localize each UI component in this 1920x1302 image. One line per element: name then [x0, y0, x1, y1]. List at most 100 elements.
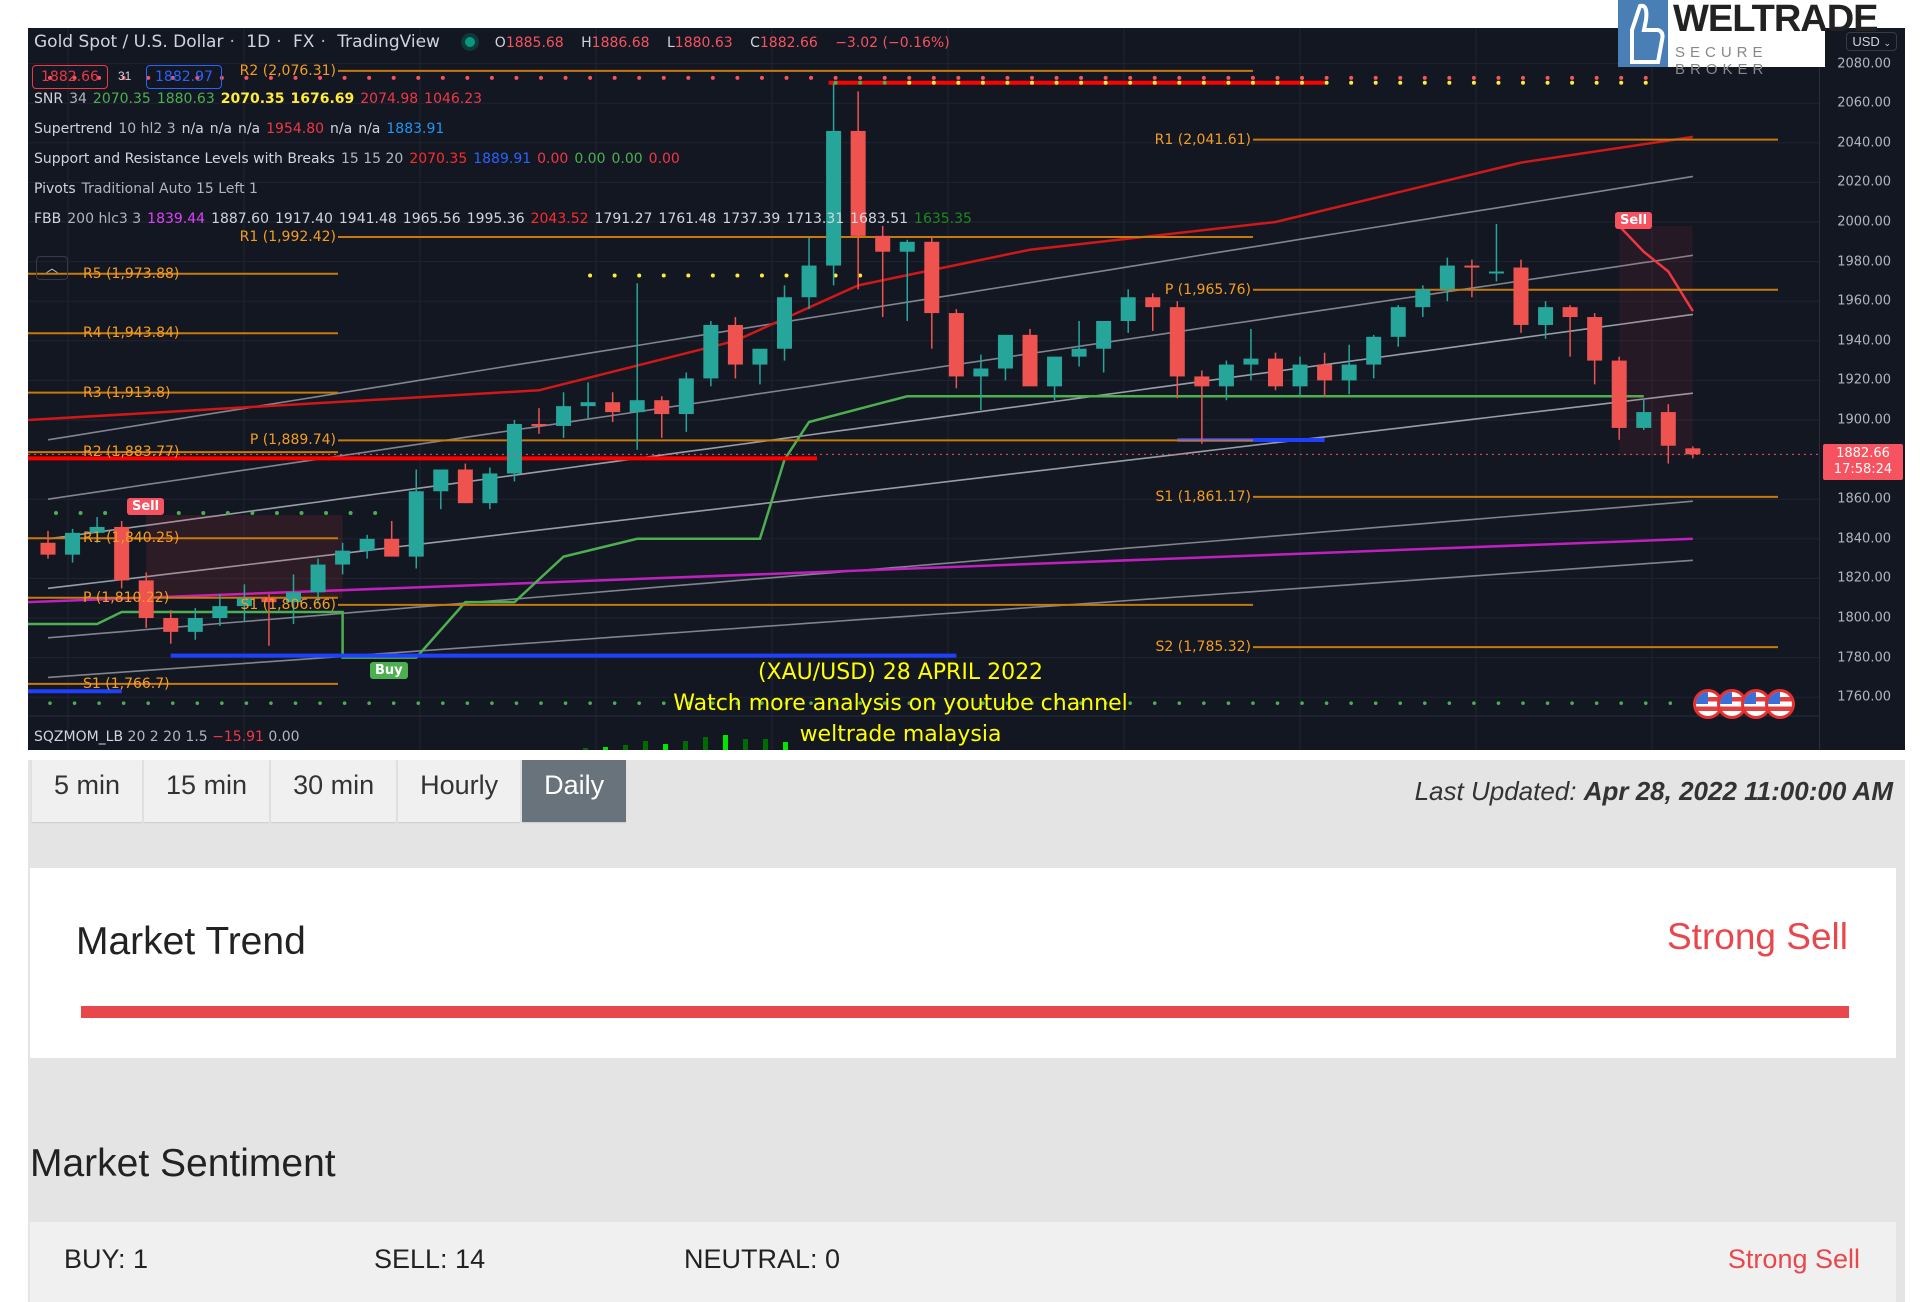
candle-body: [335, 550, 351, 565]
candle-body: [605, 402, 621, 413]
candle-body: [678, 378, 694, 415]
snr-dot: [1373, 75, 1378, 80]
candle-body: [801, 265, 817, 298]
price-tick: 2080.00: [1837, 56, 1891, 72]
candle-body: [1268, 358, 1283, 387]
us-flag-event-icon[interactable]: [1765, 689, 1795, 719]
indicator-value: n/a: [358, 121, 381, 137]
indicator-legend-supertrend[interactable]: Supertrend 10 hl2 3 n/a n/a n/a 1954.80 n/a n/a…: [34, 121, 450, 137]
snr-dot: [784, 75, 789, 80]
indicator-legend-fbb[interactable]: FBB 200 hlc3 3 1839.44 1887.60 1917.40 1941.4…: [34, 211, 978, 227]
bollinger-band-line: [47, 313, 1694, 540]
tab-hourly[interactable]: Hourly: [398, 760, 521, 822]
snr-dot: [299, 511, 304, 516]
indicator-name: SNR: [34, 91, 64, 107]
tab-15-min[interactable]: 15 min: [144, 760, 270, 822]
candle-body: [1194, 376, 1210, 387]
market-trend-bar: [81, 1006, 1849, 1018]
candle-body: [1685, 448, 1701, 455]
tab-daily[interactable]: Daily: [522, 760, 627, 822]
snr-dot: [1054, 75, 1059, 80]
snr-dot: [1594, 75, 1599, 80]
snr-dot: [1496, 80, 1501, 85]
candle-body: [1415, 289, 1431, 308]
snr-dot: [416, 75, 421, 80]
snr-dot: [931, 80, 936, 85]
indicator-legend-pivots[interactable]: Pivots Traditional Auto 15 Left 1: [34, 181, 264, 197]
snr-dot: [637, 75, 642, 80]
market-sentiment-row: BUY: 1 SELL: 14 NEUTRAL: 0 Strong Sell: [30, 1222, 1896, 1302]
indicator-legend-snr[interactable]: SNR 34 2070.35 1880.63 2070.35 1676.69 2074.98…: [34, 91, 488, 107]
tradingview-chart[interactable]: Gold Spot / U.S. Dollar · 1D · FX · Trading…: [28, 28, 1905, 750]
candle-body: [580, 402, 596, 407]
snr-dot: [956, 80, 961, 85]
market-trend-bar-fill: [81, 1006, 1849, 1018]
snr-dot: [710, 75, 715, 80]
thumbs-up-logo-icon: [1618, 0, 1668, 67]
snr-dot: [1594, 80, 1599, 85]
candle-body: [1587, 317, 1603, 361]
sqzmom-legend[interactable]: SQZMOM_LB 20 2 20 1.5 −15.91 0.00: [34, 729, 300, 745]
snr-dot: [1275, 75, 1280, 80]
snr-dot: [1619, 80, 1624, 85]
candle-body: [1636, 412, 1652, 428]
candle-body: [212, 606, 228, 618]
indicator-value: 1965.56: [402, 211, 461, 227]
indicator-value: 1683.51: [850, 211, 909, 227]
snr-dot: [324, 511, 329, 516]
price-axis[interactable]: 2080.00 2060.00 2040.00 2020.00 2000.00 1980.…: [1819, 28, 1905, 750]
snr-dot: [1152, 80, 1157, 85]
snr-dot: [1545, 80, 1550, 85]
candle-body: [1611, 360, 1627, 428]
snr-dot: [1250, 75, 1255, 80]
ohlc-change: −3.02 (−0.16%): [835, 35, 950, 51]
sentiment-buy-count: BUY: 1: [64, 1244, 149, 1274]
indicator-value: 1880.63: [156, 91, 215, 107]
pivot-level-label: R5 (1,973.88): [83, 265, 180, 282]
buy-price-button[interactable]: 1882.97: [146, 65, 222, 89]
snr-dot: [465, 75, 470, 80]
tab-5-min[interactable]: 5 min: [32, 760, 143, 822]
snr-dot: [1250, 80, 1255, 85]
collapse-legend-button[interactable]: ︿: [36, 256, 68, 280]
price-tick: 2060.00: [1837, 95, 1891, 111]
candle-body: [482, 473, 498, 504]
technical-summary-widget: 5 min 15 min 30 min Hourly Daily Last Update…: [28, 760, 1905, 1302]
candle-body: [777, 297, 792, 349]
snr-dot: [103, 511, 108, 516]
candle-body: [1218, 364, 1234, 387]
sentiment-verdict: Strong Sell: [1727, 1244, 1860, 1274]
snr-dot: [661, 273, 666, 278]
symbol-name[interactable]: Gold Spot / U.S. Dollar: [34, 32, 223, 52]
snr-dot: [1398, 80, 1403, 85]
candle-body: [899, 241, 915, 252]
bollinger-band-line: [47, 254, 1694, 500]
candle-body: [924, 241, 940, 314]
snr-dot: [54, 511, 58, 516]
ohlc-low: L1880.63: [666, 35, 733, 51]
snr-dot: [1496, 75, 1501, 80]
candle-body: [973, 368, 989, 377]
snr-dot: [1103, 80, 1108, 85]
pivot-level-label: S1 (1,861.17): [1155, 488, 1251, 505]
indicator-value: 2074.98: [360, 91, 419, 107]
snr-dot: [1570, 80, 1575, 85]
candle-body: [1317, 364, 1333, 381]
snr-dot: [1643, 80, 1648, 85]
candle-body: [1660, 412, 1676, 446]
snr-dot: [1177, 75, 1182, 80]
pivot-level-label: P (1,889.74): [249, 432, 336, 449]
tab-30-min[interactable]: 30 min: [271, 760, 397, 822]
indicator-value: 1791.27: [594, 211, 653, 227]
candle-body: [187, 618, 203, 632]
indicator-value: n/a: [237, 121, 261, 137]
indicator-legend-support-and-resistance-levels-with-breaks[interactable]: Support and Resistance Levels with Break…: [34, 151, 686, 167]
sell-price-button[interactable]: 1882.66: [32, 65, 108, 89]
snr-dot: [1005, 80, 1010, 85]
snr-dot: [759, 75, 764, 80]
price-tick: 1980.00: [1837, 254, 1891, 270]
pivot-level-label: R2 (1,883.77): [83, 444, 180, 461]
pivot-level-label: S2 (1,785.32): [1155, 639, 1251, 656]
interval[interactable]: 1D: [246, 32, 270, 52]
sentiment-neutral-count: NEUTRAL: 0: [684, 1244, 841, 1274]
